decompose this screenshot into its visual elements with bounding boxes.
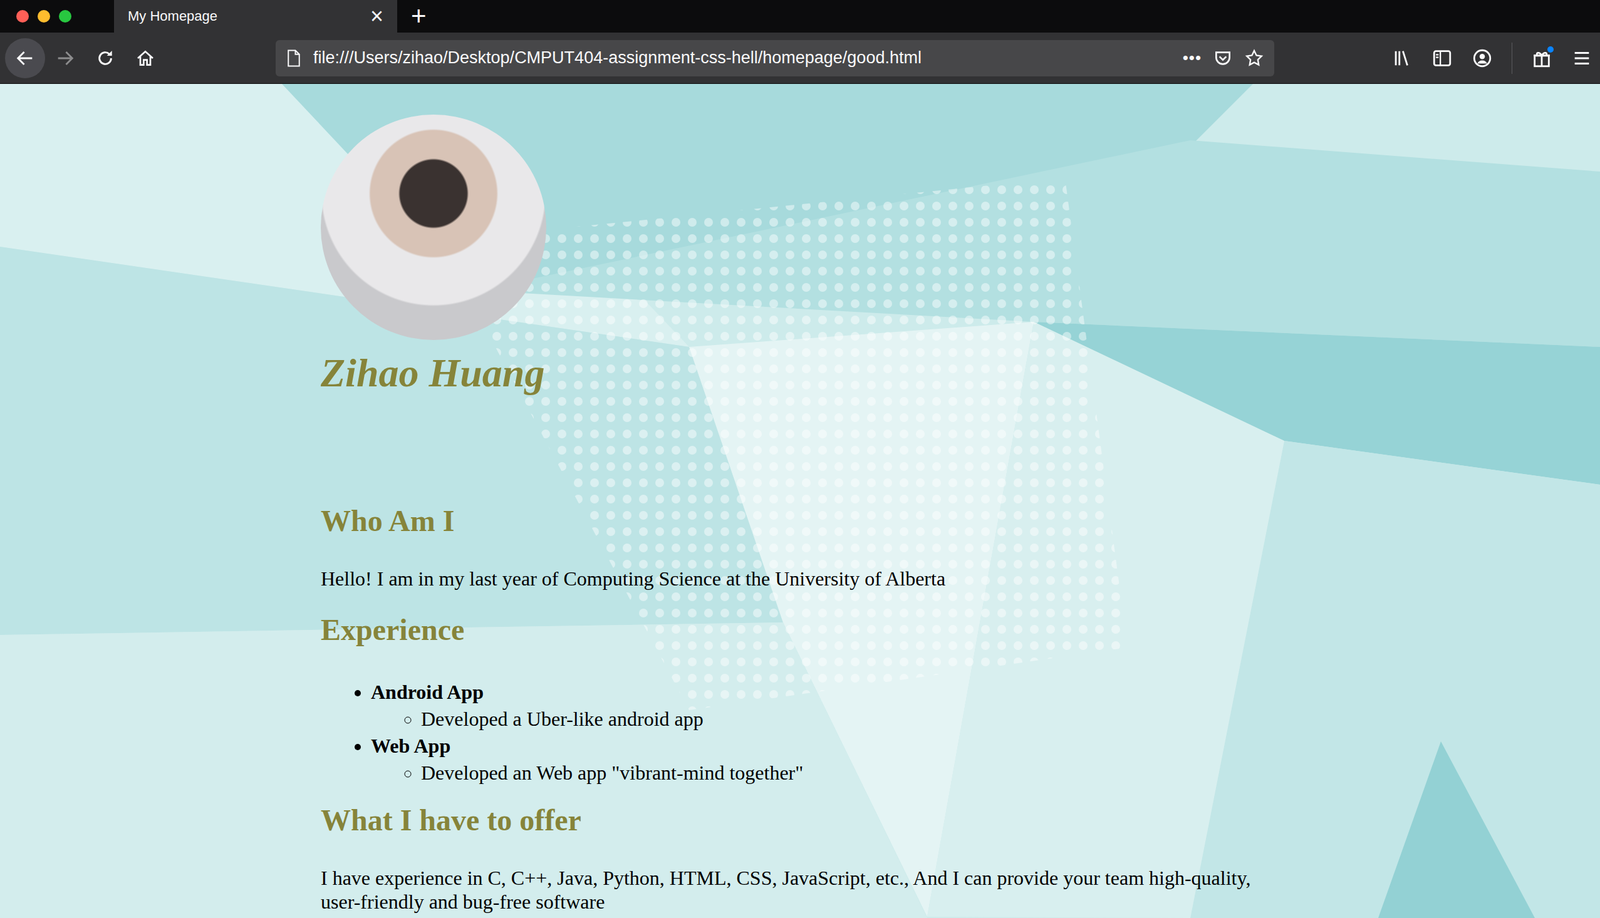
section-paragraph: I have experience in C, C++, Java, Pytho… xyxy=(320,866,1278,915)
profile-photo xyxy=(320,114,547,341)
minimize-window-icon[interactable] xyxy=(37,10,51,23)
experience-detail: Developed a Uber-like android app xyxy=(420,706,1278,733)
window-controls xyxy=(0,0,115,33)
address-bar[interactable]: file:///Users/zihao/Desktop/CMPUT404-ass… xyxy=(275,40,1275,77)
arrow-left-icon xyxy=(14,47,36,69)
close-window-icon[interactable] xyxy=(16,10,29,23)
url-text[interactable]: file:///Users/zihao/Desktop/CMPUT404-ass… xyxy=(313,48,1172,68)
whats-new-button[interactable] xyxy=(1531,47,1553,69)
experience-details: Developed an Web app "vibrant-mind toget… xyxy=(370,759,1278,787)
experience-item: Android App Developed a Uber-like androi… xyxy=(370,679,1278,733)
browser-window: My Homepage × + file:///Users/zihao/Desk… xyxy=(0,0,1600,918)
page-actions-button[interactable]: ••• xyxy=(1182,48,1202,68)
tab-close-button[interactable]: × xyxy=(370,5,384,28)
back-button[interactable] xyxy=(5,38,46,79)
arrow-right-icon xyxy=(54,47,76,69)
section-heading: Experience xyxy=(320,612,1278,649)
experience-item: Web App Developed an Web app "vibrant-mi… xyxy=(370,732,1278,787)
forward-button[interactable] xyxy=(45,38,86,79)
home-icon xyxy=(135,48,156,69)
pocket-icon[interactable] xyxy=(1212,48,1233,69)
section-heading: What I have to offer xyxy=(320,802,1278,839)
sidebar-icon[interactable] xyxy=(1431,47,1453,69)
library-icon[interactable] xyxy=(1391,47,1413,69)
menu-icon[interactable] xyxy=(1571,47,1593,69)
section: Experience Android App Developed a Uber-… xyxy=(320,612,1278,787)
zoom-window-icon[interactable] xyxy=(58,10,72,23)
section: Who Am I Hello! I am in my last year of … xyxy=(320,503,1278,591)
experience-detail: Developed an Web app "vibrant-mind toget… xyxy=(420,759,1278,787)
tab-bar: My Homepage × + xyxy=(0,0,1600,33)
section: What I have to offer I have experience i… xyxy=(320,802,1278,915)
name-heading: Zihao Huang xyxy=(320,350,1278,397)
navigation-toolbar: file:///Users/zihao/Desktop/CMPUT404-ass… xyxy=(0,32,1600,84)
section-heading: Who Am I xyxy=(320,503,1278,540)
background-pattern xyxy=(0,83,1600,918)
reload-icon xyxy=(95,48,116,69)
page-icon xyxy=(285,48,302,68)
experience-list: Android App Developed a Uber-like androi… xyxy=(320,679,1278,787)
tab-label: My Homepage xyxy=(127,8,218,25)
section-paragraph: Hello! I am in my last year of Computing… xyxy=(320,566,1278,591)
reload-button[interactable] xyxy=(85,38,126,79)
new-tab-button[interactable]: + xyxy=(397,0,441,33)
bookmark-star-icon[interactable] xyxy=(1244,48,1265,69)
home-button[interactable] xyxy=(125,38,166,79)
account-icon[interactable] xyxy=(1471,47,1493,69)
experience-details: Developed a Uber-like android app xyxy=(370,706,1278,733)
page-viewport: Zihao Huang Who Am I Hello! I am in my l… xyxy=(0,83,1600,918)
homepage: Zihao Huang Who Am I Hello! I am in my l… xyxy=(0,83,1278,915)
tab[interactable]: My Homepage × xyxy=(114,0,398,33)
